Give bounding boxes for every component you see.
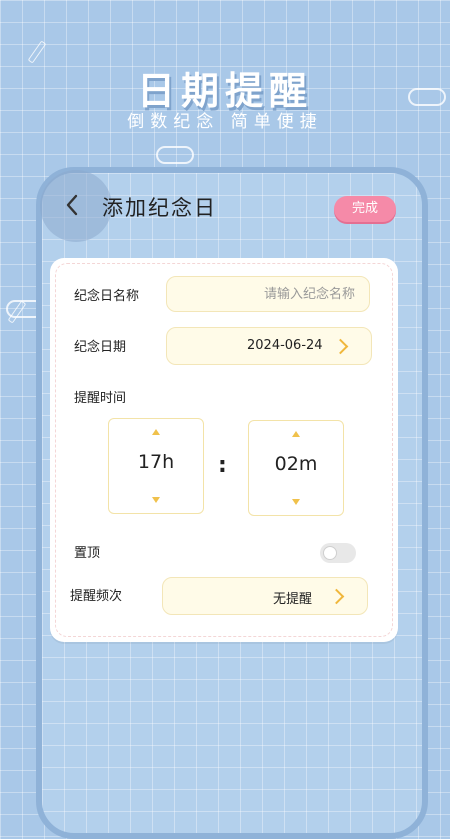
chevron-left-icon [66,194,78,216]
back-button[interactable] [60,190,86,220]
minute-picker[interactable]: 02m [248,420,344,516]
hour-up-icon[interactable] [152,429,160,435]
hour-value: 17h [137,451,175,473]
name-input[interactable] [166,276,370,312]
chevron-right-icon [332,338,349,355]
hero-subtitle: 倒数纪念 简单便捷 [127,112,323,132]
chevron-right-icon [328,588,345,605]
reminder-time-label: 提醒时间 [74,391,127,406]
page-title: 添加纪念日 [102,196,217,220]
date-field[interactable]: 2024-06-24 [166,327,372,365]
date-label: 纪念日期 [74,340,127,355]
frequency-label: 提醒频次 [70,589,123,604]
pin-label: 置顶 [74,546,101,561]
time-colon: : [218,453,227,478]
cloud-doodle-icon [156,146,194,164]
hour-down-icon[interactable] [152,497,160,503]
minute-down-icon[interactable] [292,499,300,505]
minute-up-icon[interactable] [292,431,300,437]
minute-value: 02m [274,453,318,475]
pin-toggle[interactable] [320,543,356,563]
done-button[interactable]: 完成 [334,196,396,222]
frequency-field[interactable]: 无提醒 [162,577,368,615]
date-value: 2024-06-24 [247,338,323,353]
name-label: 纪念日名称 [74,289,140,304]
toggle-knob [323,546,337,560]
hour-picker[interactable]: 17h [108,418,204,514]
frequency-value: 无提醒 [273,592,313,607]
